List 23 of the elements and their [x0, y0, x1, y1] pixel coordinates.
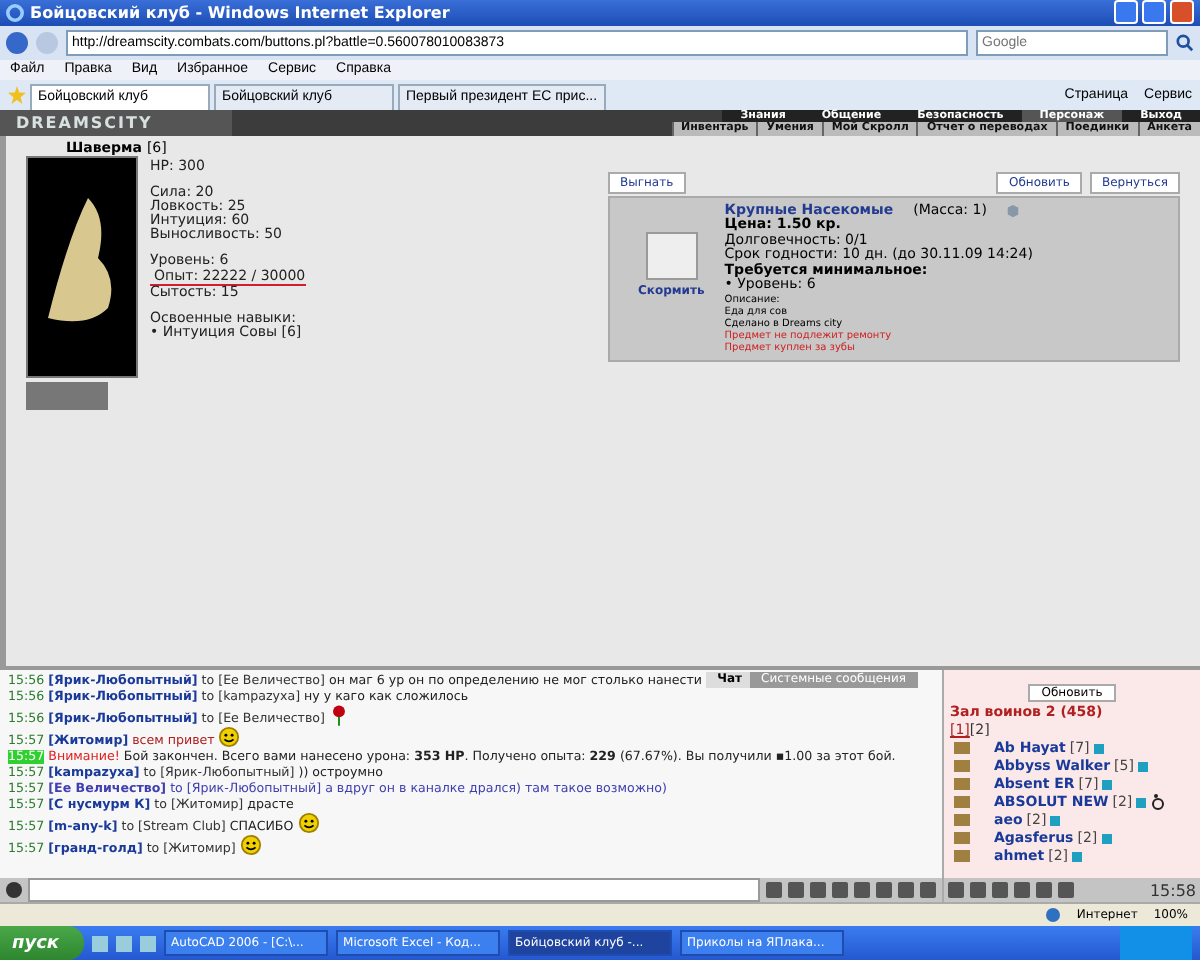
search-icon[interactable] [1176, 33, 1194, 52]
window-title: Бойцовский клуб - Windows Internet Explorer [30, 3, 452, 22]
info-icon[interactable] [1072, 851, 1083, 862]
maximize-button[interactable] [1142, 0, 1166, 25]
info-icon[interactable] [1101, 833, 1112, 844]
info-icon[interactable] [1137, 761, 1148, 772]
chat-input[interactable] [28, 878, 760, 903]
game-clock: 15:58 [1149, 881, 1196, 900]
back-button[interactable] [6, 31, 28, 54]
counter-badge [26, 381, 108, 409]
system-tray [1120, 926, 1192, 960]
info-icon[interactable] [1102, 779, 1113, 790]
browser-logo-icon [6, 3, 24, 22]
minimize-button[interactable] [1114, 0, 1138, 25]
info-icon[interactable] [1136, 797, 1147, 808]
cube-icon [1006, 203, 1021, 218]
globe-icon [1046, 908, 1061, 923]
star-icon[interactable] [8, 85, 26, 104]
info-icon[interactable] [1050, 815, 1061, 826]
info-icon[interactable] [1093, 743, 1104, 754]
start-button[interactable]: пуск [0, 926, 84, 960]
site-logo[interactable]: DREAMSCITY [0, 109, 232, 135]
close-button[interactable] [1170, 0, 1194, 25]
